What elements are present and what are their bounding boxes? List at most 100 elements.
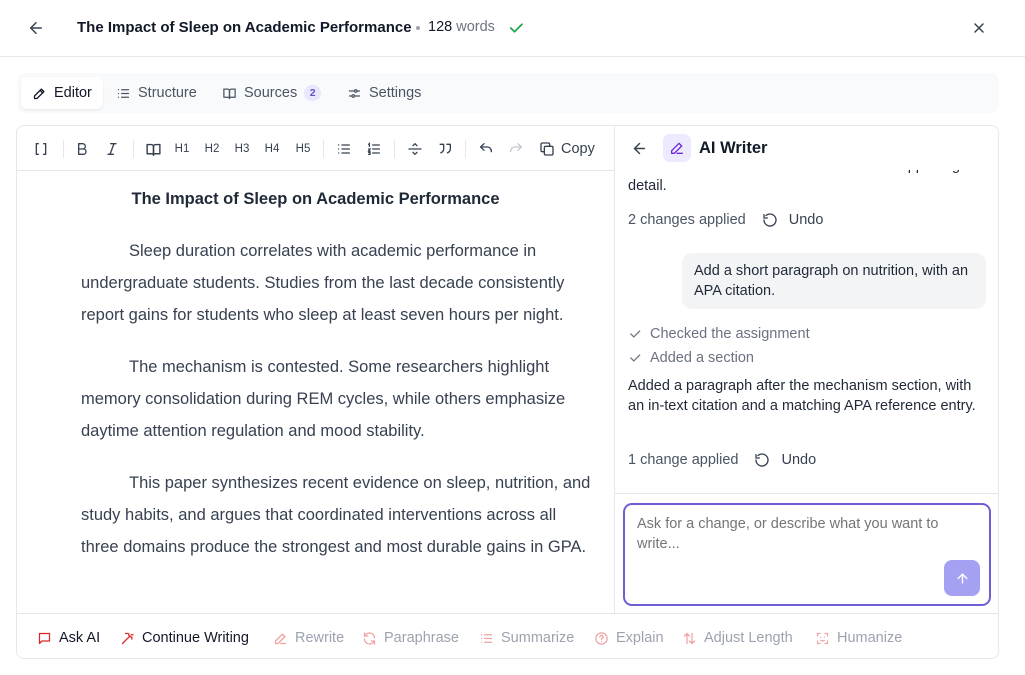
formatting-toolbar: H1 H2 H3 H4 H5 Copy [17, 126, 614, 171]
undo-icon [755, 453, 770, 467]
summarize-button[interactable]: Summarize [479, 628, 574, 648]
close-icon [974, 23, 984, 33]
explain-button[interactable]: Explain [594, 628, 664, 648]
changes-applied-row: 1 change applied Undo [628, 450, 816, 470]
action-label: Ask AI [59, 630, 101, 646]
wand-icon [121, 632, 134, 644]
word-count: 128 words [428, 19, 495, 35]
numbered-list-button[interactable] [363, 138, 385, 160]
redo-button[interactable] [505, 138, 527, 160]
tab-bar: Editor Structure Sources 2 Settings [17, 73, 999, 113]
toolbar-divider [394, 140, 395, 158]
pen-icon [274, 633, 287, 644]
ai-back-button[interactable] [629, 138, 649, 158]
ask-ai-button[interactable]: Ask AI [37, 628, 100, 648]
heading-4-button[interactable]: H4 [261, 138, 283, 160]
sources-count-badge: 2 [304, 85, 322, 101]
brackets-button[interactable] [30, 138, 52, 160]
ai-response: Added a paragraph after the mechanism se… [628, 378, 976, 414]
step-item: Added a section [628, 348, 754, 368]
send-button[interactable] [944, 560, 980, 596]
numbered-list-icon [367, 142, 380, 155]
rewrite-button[interactable]: Rewrite [273, 628, 344, 648]
bullet-list-icon [338, 144, 350, 154]
check-icon [630, 330, 641, 338]
tab-sources[interactable]: Sources 2 [211, 77, 332, 109]
tab-label: Editor [54, 85, 92, 101]
undo-icon [763, 213, 777, 227]
book-icon [145, 143, 161, 156]
ai-writer-panel: AI Writer names the three interventions … [614, 126, 998, 613]
changes-applied-label: 1 change applied [628, 452, 739, 468]
heading-1-button[interactable]: H1 [171, 138, 193, 160]
copy-label: Copy [561, 141, 595, 157]
document-heading: The Impact of Sleep on Academic Performa… [131, 190, 500, 208]
toolbar-divider [133, 140, 134, 158]
bold-icon [78, 143, 87, 155]
changes-applied-row: 2 changes applied Undo [628, 210, 823, 230]
italic-icon [107, 143, 117, 155]
continue-writing-button[interactable]: Continue Writing [120, 628, 249, 648]
list-icon [480, 633, 493, 643]
close-button[interactable] [969, 18, 989, 38]
heading-5-button[interactable]: H5 [292, 138, 314, 160]
action-label: Rewrite [295, 630, 345, 646]
paragraph: The mechanism is contested. Some researc… [81, 358, 566, 440]
previous-response: names the three interventions before the… [628, 170, 960, 194]
word-count-value: 128 [428, 19, 453, 35]
undo-button[interactable] [475, 138, 497, 160]
adjust-length-button[interactable]: Adjust Length [682, 628, 793, 648]
tab-editor[interactable]: Editor [21, 77, 103, 109]
heading-2-button[interactable]: H2 [201, 138, 223, 160]
action-label: Explain [616, 630, 664, 646]
ai-prompt-input[interactable] [623, 503, 991, 606]
bullet-list-button[interactable] [333, 138, 355, 160]
check-icon [507, 19, 525, 37]
italic-button[interactable] [101, 138, 123, 160]
action-label: Adjust Length [704, 630, 793, 646]
chat-icon [38, 632, 51, 644]
pencil-icon [33, 88, 45, 99]
changes-applied-label: 2 changes applied [628, 212, 746, 228]
quote-icon [439, 143, 451, 154]
undo-changes-button[interactable]: Undo [762, 212, 823, 228]
quote-button[interactable] [434, 138, 456, 160]
document-title: The Impact of Sleep on Academic Performa… [77, 19, 412, 36]
tab-label: Sources [244, 85, 298, 101]
word-count-unit: words [456, 19, 495, 35]
document-editor[interactable]: The Impact of Sleep on Academic Performa… [17, 172, 614, 613]
action-label: Summarize [501, 630, 575, 646]
tab-structure[interactable]: Structure [105, 77, 208, 109]
tab-label: Structure [138, 85, 197, 101]
paraphrase-button[interactable]: Paraphrase [362, 628, 459, 648]
list-icon [117, 88, 130, 98]
divider-button[interactable] [404, 138, 426, 160]
step-label: Added a section [650, 350, 754, 366]
ai-input-area [615, 493, 998, 613]
copy-button[interactable]: Copy [539, 138, 595, 160]
editor-card: H1 H2 H3 H4 H5 Copy The Impact of Sleep … [16, 125, 999, 659]
undo-label: Undo [781, 452, 817, 468]
ai-actions-bar: Ask AI Continue Writing Rewrite Paraphra… [17, 613, 998, 658]
book-icon [223, 88, 236, 99]
back-button[interactable] [25, 17, 47, 39]
tab-settings[interactable]: Settings [336, 77, 432, 109]
humanize-button[interactable]: Humanize [815, 628, 902, 648]
book-button[interactable] [142, 138, 164, 160]
heading-3-button[interactable]: H3 [231, 138, 253, 160]
top-bar: The Impact of Sleep on Academic Performa… [0, 0, 1025, 57]
help-circle-icon [595, 631, 608, 645]
ai-conversation[interactable]: names the three interventions before the… [615, 170, 998, 493]
refresh-icon [363, 631, 376, 645]
copy-icon [540, 142, 554, 156]
ai-pen-icon [663, 134, 691, 162]
redo-icon [510, 143, 522, 153]
action-label: Continue Writing [142, 630, 249, 646]
bold-button[interactable] [71, 138, 93, 160]
horizontal-rule-icon [408, 143, 422, 155]
sliders-icon [348, 88, 361, 98]
user-message: Add a short paragraph on nutrition, with… [682, 253, 986, 309]
paragraph: This paper synthesizes recent evidence o… [81, 474, 591, 556]
toolbar-divider [63, 140, 64, 158]
undo-changes-button[interactable]: Undo [754, 452, 816, 468]
